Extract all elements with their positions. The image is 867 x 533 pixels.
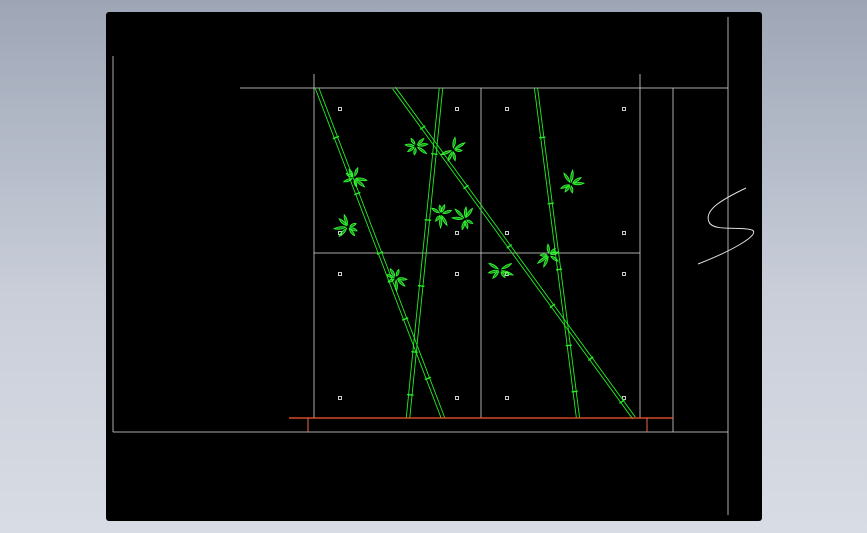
stalk-node bbox=[547, 202, 554, 205]
bamboo-leaf bbox=[442, 210, 453, 214]
stalk-node bbox=[555, 268, 563, 271]
leaf-cluster bbox=[333, 213, 358, 238]
bamboo-leaf bbox=[416, 146, 428, 155]
bamboo-leaf bbox=[413, 147, 417, 156]
leaf-cluster bbox=[342, 166, 368, 188]
anchor-dot bbox=[455, 396, 459, 400]
anchor-dot bbox=[455, 107, 459, 111]
break-mark-symbol bbox=[697, 187, 755, 265]
stalk-node bbox=[424, 218, 432, 222]
bamboo-leaf bbox=[354, 166, 359, 177]
bamboo-leaf bbox=[570, 185, 574, 194]
leaf-cluster bbox=[404, 137, 429, 156]
bamboo-leaf bbox=[410, 137, 416, 145]
stalk-node bbox=[407, 393, 414, 396]
bamboo-leaf bbox=[500, 263, 513, 270]
anchor-dot bbox=[505, 107, 509, 111]
bamboo-leaf bbox=[546, 243, 550, 254]
bamboo-leaf bbox=[430, 207, 441, 214]
anchor-dot bbox=[338, 107, 342, 111]
stalk-node bbox=[417, 284, 425, 288]
bamboo-leaf bbox=[461, 220, 466, 231]
bamboo-leaf bbox=[488, 262, 500, 270]
bamboo-leaf bbox=[447, 150, 453, 162]
stalk-node bbox=[431, 152, 438, 156]
bamboo-leaf bbox=[466, 219, 474, 224]
anchor-dot bbox=[622, 272, 626, 276]
anchor-dot bbox=[505, 231, 509, 235]
anchor-dot bbox=[505, 396, 509, 400]
anchor-dot bbox=[455, 272, 459, 276]
bamboo-leaf bbox=[333, 226, 348, 230]
anchor-dot bbox=[338, 396, 342, 400]
bamboo-leaf bbox=[452, 136, 456, 149]
stalk-edge bbox=[392, 88, 634, 420]
bamboo-leaf bbox=[450, 216, 465, 220]
cad-viewport[interactable] bbox=[106, 12, 762, 521]
anchor-dot bbox=[622, 231, 626, 235]
bamboo-leaf bbox=[407, 146, 415, 153]
anchor-dot bbox=[455, 231, 459, 235]
stalk-node bbox=[411, 350, 418, 354]
bamboo-leaf bbox=[394, 278, 398, 293]
stalk-node bbox=[565, 344, 572, 347]
bamboo-leaf bbox=[438, 204, 442, 213]
leaf-cluster bbox=[430, 203, 453, 230]
stalk-edge bbox=[394, 86, 636, 418]
bamboo-leaf bbox=[395, 268, 400, 277]
stalk-node bbox=[539, 136, 546, 139]
bamboo-leaf bbox=[441, 214, 448, 227]
leaf-cluster bbox=[487, 262, 515, 279]
bamboo-leaf bbox=[454, 148, 463, 152]
bamboo-leaf bbox=[338, 227, 348, 238]
bamboo-leaf bbox=[570, 169, 574, 184]
bamboo-leaf bbox=[404, 143, 415, 147]
leaf-cluster bbox=[560, 169, 586, 194]
anchor-dot bbox=[622, 107, 626, 111]
bamboo-leaf bbox=[454, 208, 465, 219]
stalk-node bbox=[571, 390, 578, 393]
bamboo-leaf bbox=[563, 172, 571, 184]
base-line bbox=[289, 417, 673, 432]
bamboo-leaf bbox=[441, 203, 446, 213]
cad-drawing-canvas[interactable] bbox=[106, 12, 762, 521]
leaf-cluster bbox=[439, 136, 466, 162]
bamboo-leaf bbox=[435, 215, 441, 222]
bamboo-leaf bbox=[464, 220, 469, 230]
leaf-cluster bbox=[450, 206, 474, 231]
anchor-dot bbox=[622, 396, 626, 400]
bamboo-leaf bbox=[452, 151, 456, 162]
frame-lines bbox=[112, 17, 729, 515]
anchor-dot bbox=[338, 272, 342, 276]
bamboo-leaf bbox=[539, 253, 548, 257]
bamboo-leaf bbox=[349, 223, 357, 227]
bamboo-leaf bbox=[453, 142, 466, 150]
bamboo-leaf bbox=[439, 214, 443, 230]
bamboo-leaf bbox=[550, 255, 559, 262]
